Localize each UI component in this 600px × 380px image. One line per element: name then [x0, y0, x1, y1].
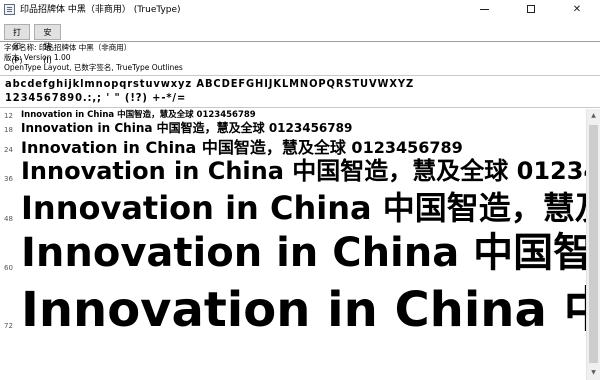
size-sample-text: Innovation in China 中国智造，慧及全球 0123456789	[21, 121, 353, 135]
alphabet-sample: abcdefghijklmnopqrstuvwxyz ABCDEFGHIJKLM…	[5, 77, 415, 90]
scroll-down-icon[interactable]: ▼	[587, 366, 600, 380]
size-sample-text: Innovation in China 中国智造，慧及全球 0123456789	[21, 230, 586, 276]
size-label: 60	[4, 264, 13, 272]
size-sample-text: Innovation in China 中国智造，慧及全球 0123456789	[21, 189, 586, 227]
digits-sample: 1234567890.:,; ' " (!?) +-*/=	[5, 91, 187, 104]
font-name-text: 字体名称: 印品招牌体 中黑（非商用）	[4, 43, 132, 52]
size-label: 12	[4, 112, 13, 120]
close-icon: ✕	[572, 4, 582, 15]
vertical-scrollbar[interactable]: ▲ ▼	[586, 109, 600, 380]
scrollbar-thumb[interactable]	[589, 125, 598, 363]
size-samples-area: 12 Innovation in China 中国智造，慧及全球 0123456…	[0, 109, 586, 380]
maximize-button[interactable]	[508, 0, 554, 21]
version-text: 版本: Version 1.00	[4, 53, 71, 62]
size-sample-text: Innovation in China 中国智造，慧及全球 0123456789	[21, 282, 586, 338]
features-text: OpenType Layout, 已数字签名, TrueType Outline…	[4, 63, 183, 72]
size-label: 36	[4, 175, 13, 183]
minimize-icon	[479, 8, 489, 10]
font-file-icon	[4, 4, 15, 15]
size-label: 48	[4, 215, 13, 223]
install-button[interactable]: 安装(I)	[34, 24, 61, 65]
size-label: 18	[4, 126, 13, 134]
info-divider	[0, 75, 600, 76]
size-label: 72	[4, 322, 13, 330]
sample-divider	[0, 107, 600, 108]
size-sample-text: Innovation in China 中国智造，慧及全球 0123456789	[21, 138, 463, 157]
font-preview-window: 印品招牌体 中黑（非商用） (TrueType) ✕ 打印(P) 安装(I) 字…	[0, 0, 600, 380]
maximize-icon	[527, 5, 535, 13]
title-bar[interactable]: 印品招牌体 中黑（非商用） (TrueType) ✕	[0, 0, 600, 21]
window-title: 印品招牌体 中黑（非商用） (TrueType)	[20, 5, 181, 15]
toolbar: 打印(P) 安装(I)	[0, 21, 600, 65]
minimize-button[interactable]	[461, 0, 507, 21]
size-label: 24	[4, 146, 13, 154]
close-button[interactable]: ✕	[554, 0, 600, 21]
size-sample-text: Innovation in China 中国智造，慧及全球 0123456789	[21, 157, 586, 185]
toolbar-divider	[0, 41, 600, 42]
print-button[interactable]: 打印(P)	[4, 24, 30, 65]
scroll-up-icon[interactable]: ▲	[587, 109, 600, 123]
